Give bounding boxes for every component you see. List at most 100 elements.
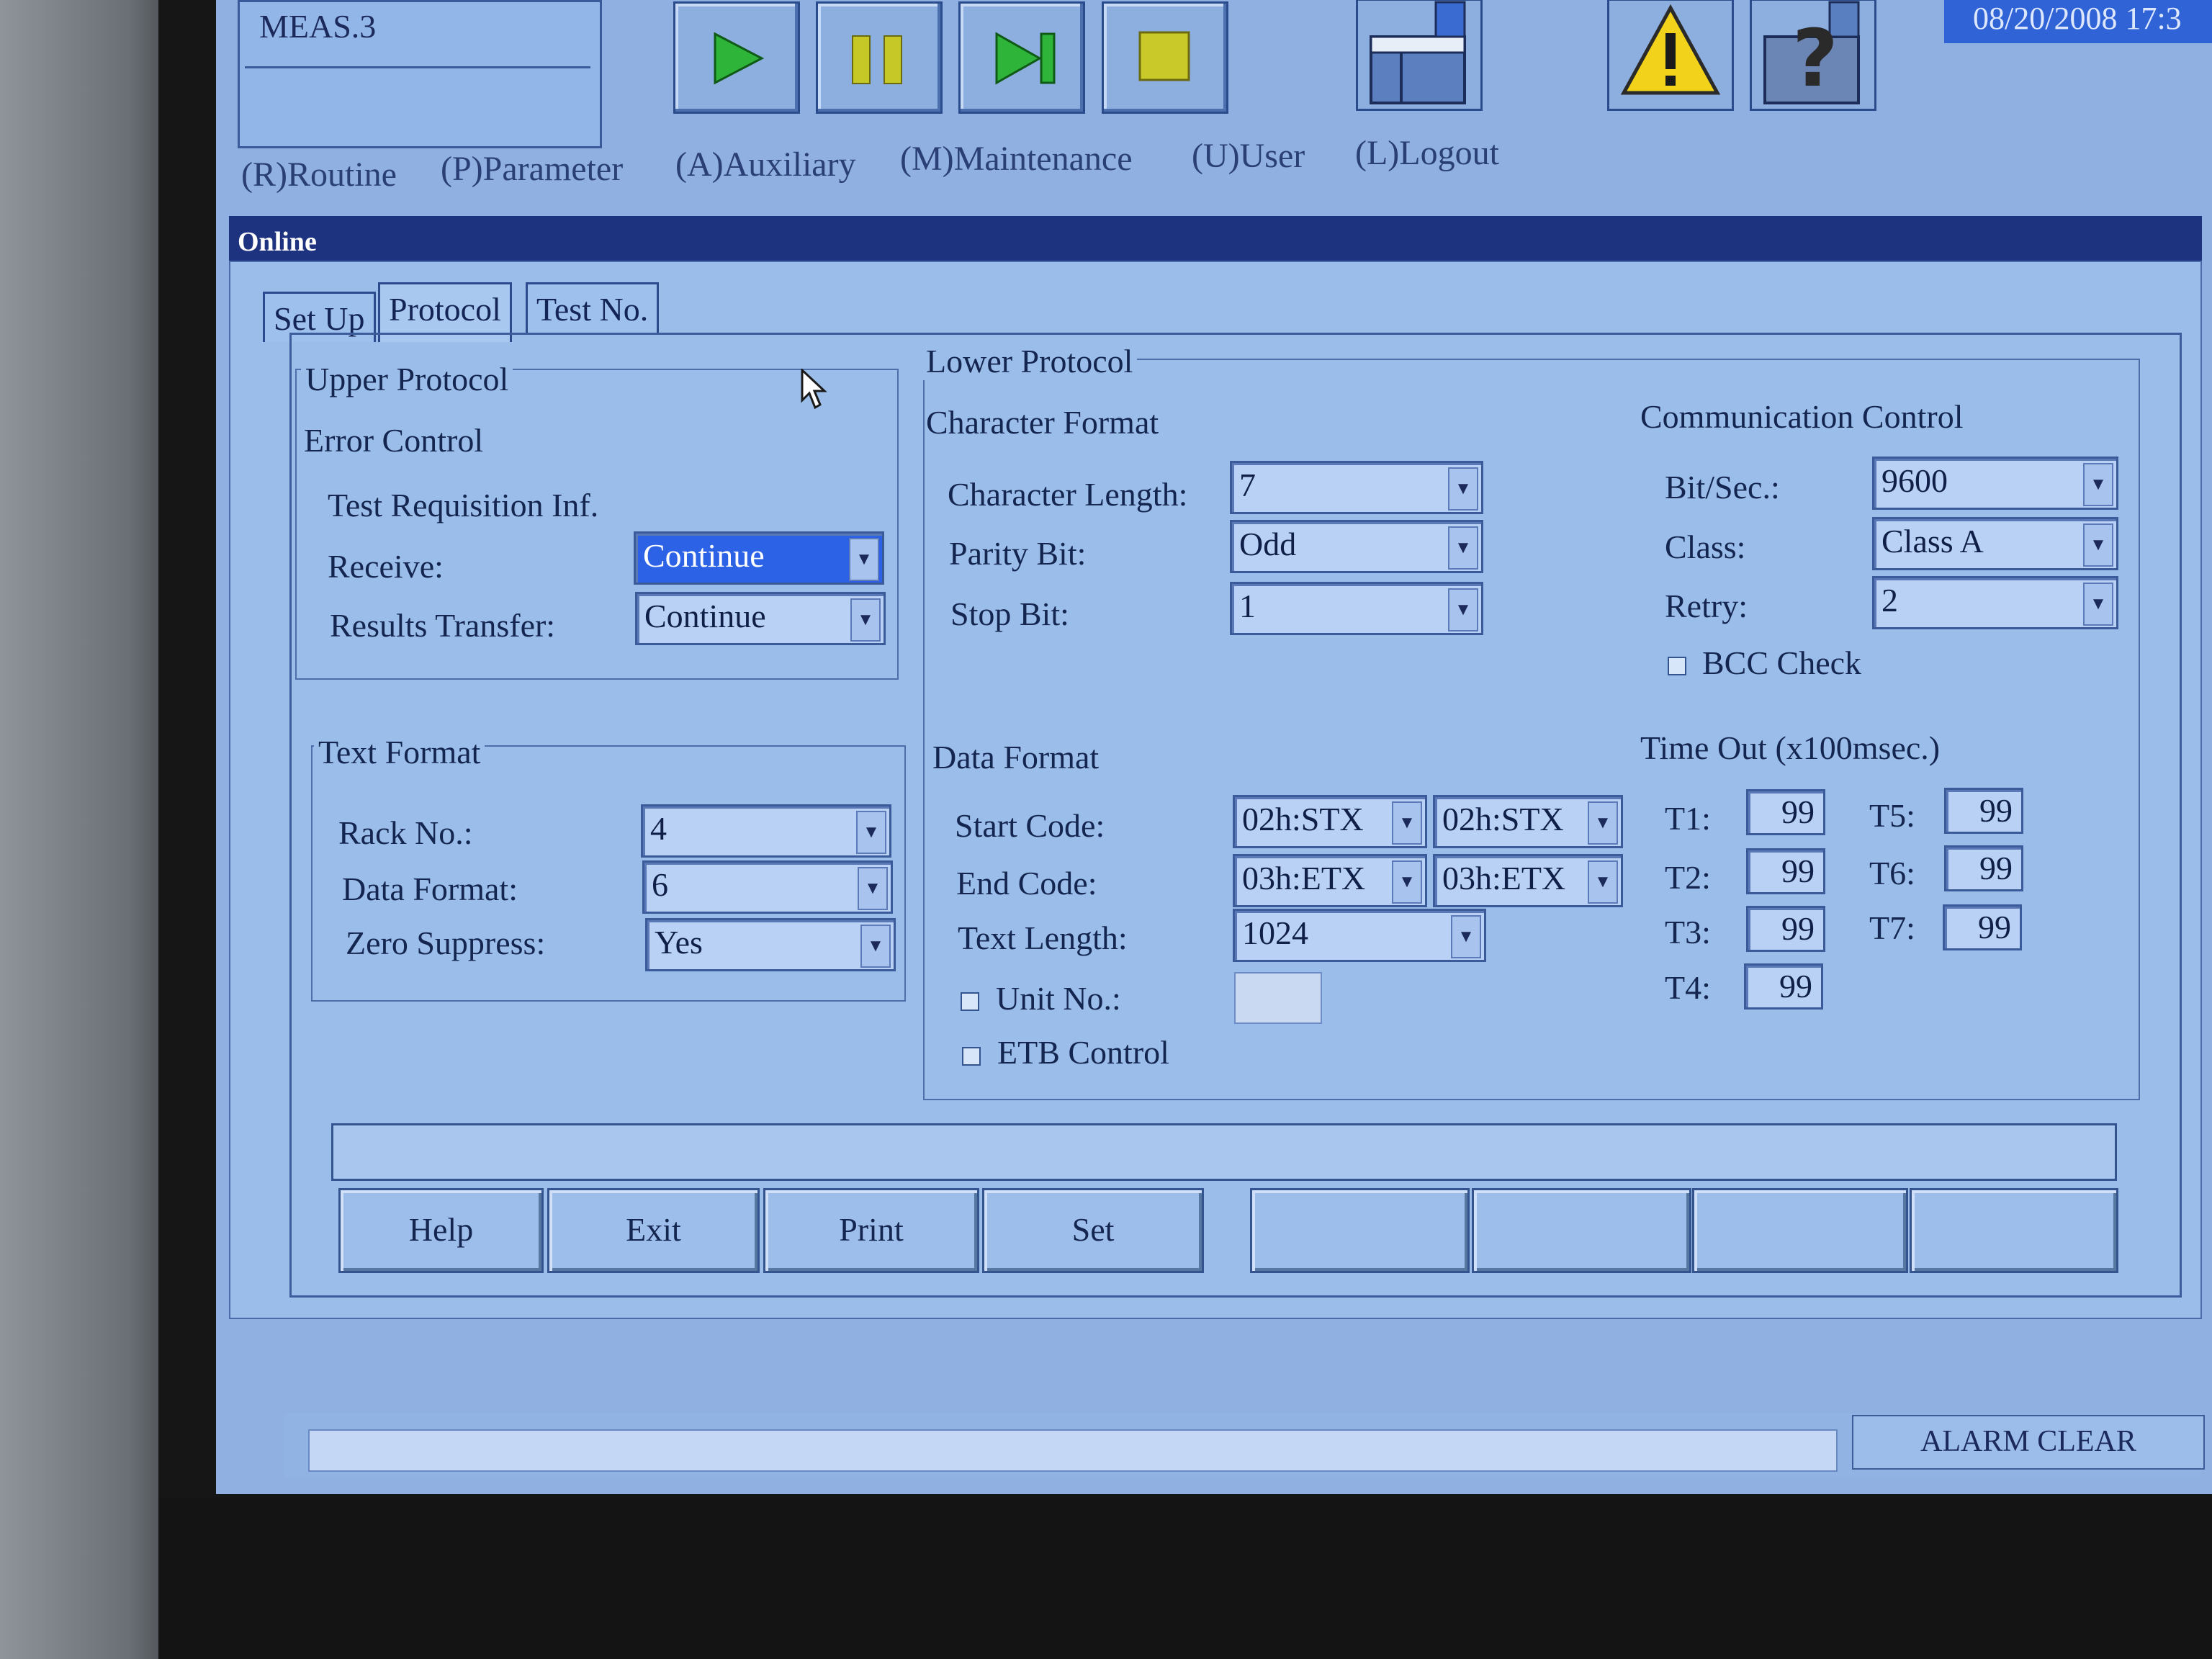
- tab-test-no[interactable]: Test No.: [526, 282, 660, 333]
- menu-logout[interactable]: (L)Logout: [1355, 133, 1499, 173]
- text-length-label: Text Length:: [958, 920, 1128, 956]
- class-label: Class:: [1665, 529, 1746, 565]
- start-code-combo-1[interactable]: 02h:STX ▼: [1233, 795, 1427, 848]
- t4-field[interactable]: 99: [1744, 963, 1823, 1010]
- communication-control-title: Communication Control: [1640, 398, 1964, 435]
- print-button[interactable]: Print: [763, 1188, 979, 1273]
- function-button-7[interactable]: [1692, 1188, 1908, 1273]
- window-title: Online: [238, 227, 317, 257]
- data-format-combo[interactable]: 6 ▼: [642, 860, 893, 914]
- t5-field[interactable]: 99: [1944, 788, 2023, 834]
- parity-bit-combo[interactable]: Odd ▼: [1230, 520, 1483, 573]
- t3-label: T3:: [1665, 914, 1711, 950]
- window-titlebar: [229, 216, 2202, 261]
- zero-suppress-label: Zero Suppress:: [346, 925, 546, 961]
- message-bar: [331, 1123, 2117, 1181]
- function-button-6[interactable]: [1472, 1188, 1691, 1273]
- start-button[interactable]: [673, 1, 800, 114]
- t5-label: T5:: [1869, 797, 1915, 834]
- t4-label: T4:: [1665, 969, 1711, 1006]
- exit-button[interactable]: Exit: [547, 1188, 760, 1273]
- retry-label: Retry:: [1665, 588, 1748, 624]
- t1-value: 99: [1781, 793, 1815, 830]
- step-forward-button[interactable]: [958, 1, 1085, 114]
- t2-field[interactable]: 99: [1746, 848, 1825, 894]
- t5-value: 99: [1979, 792, 2013, 829]
- retry-combo[interactable]: 2 ▼: [1872, 576, 2118, 629]
- text-length-combo[interactable]: 1024 ▼: [1233, 909, 1486, 962]
- menu-routine[interactable]: (R)Routine: [241, 155, 397, 194]
- pause-button[interactable]: [816, 1, 943, 114]
- end-code-combo-2[interactable]: 03h:ETX ▼: [1433, 854, 1623, 907]
- t3-field[interactable]: 99: [1746, 906, 1825, 952]
- stop-icon: [1138, 31, 1190, 81]
- stop-bit-combo[interactable]: 1 ▼: [1230, 582, 1483, 635]
- status-message-field: [308, 1429, 1838, 1472]
- bitsec-combo[interactable]: 9600 ▼: [1872, 457, 2118, 510]
- help-analyzer-icon: ?: [1763, 1, 1860, 104]
- chevron-down-icon[interactable]: ▼: [860, 925, 891, 968]
- monitor-bezel-bottom: [158, 1498, 2212, 1659]
- etb-control-checkbox[interactable]: [962, 1047, 981, 1066]
- zero-suppress-combo[interactable]: Yes ▼: [645, 918, 896, 971]
- cursor-icon: [801, 369, 827, 410]
- chevron-down-icon[interactable]: ▼: [1588, 860, 1618, 904]
- data-format-label: Data Format:: [342, 871, 518, 907]
- end-code-label: End Code:: [956, 865, 1097, 902]
- results-transfer-combo[interactable]: Continue ▼: [635, 592, 886, 645]
- chevron-down-icon[interactable]: ▼: [1448, 526, 1478, 570]
- parity-bit-label: Parity Bit:: [949, 535, 1087, 572]
- chevron-down-icon[interactable]: ▼: [849, 538, 879, 581]
- bcc-check-checkbox[interactable]: [1668, 657, 1686, 675]
- chevron-down-icon[interactable]: ▼: [1451, 915, 1481, 958]
- meas-label: MEAS.3: [259, 8, 377, 45]
- chevron-down-icon[interactable]: ▼: [856, 811, 886, 854]
- chevron-down-icon[interactable]: ▼: [2083, 523, 2113, 567]
- t7-field[interactable]: 99: [1943, 904, 2022, 950]
- menu-auxiliary[interactable]: (A)Auxiliary: [675, 145, 856, 184]
- lower-protocol-title: Lower Protocol: [922, 342, 1138, 380]
- t6-field[interactable]: 99: [1944, 845, 2023, 891]
- chevron-down-icon[interactable]: ▼: [2083, 583, 2113, 626]
- function-button-5[interactable]: [1250, 1188, 1470, 1273]
- chevron-down-icon[interactable]: ▼: [858, 867, 888, 910]
- error-control-label: Error Control: [304, 422, 484, 459]
- menu-user[interactable]: (U)User: [1192, 136, 1305, 176]
- chevron-down-icon[interactable]: ▼: [2083, 463, 2113, 506]
- pause-icon: [852, 35, 902, 84]
- menu-bar: (R)Routine (P)Parameter (A)Auxiliary (M)…: [238, 133, 2212, 194]
- analyzer-button[interactable]: [1356, 0, 1483, 111]
- warning-button[interactable]: [1607, 0, 1734, 111]
- data-format-title: Data Format: [932, 739, 1100, 775]
- chevron-down-icon[interactable]: ▼: [1448, 588, 1478, 631]
- end-code-combo-1[interactable]: 03h:ETX ▼: [1233, 854, 1427, 907]
- data-format-value: 6: [652, 866, 668, 903]
- unit-no-checkbox[interactable]: [961, 992, 979, 1011]
- chevron-down-icon[interactable]: ▼: [1392, 801, 1422, 845]
- class-combo[interactable]: Class A ▼: [1872, 517, 2118, 570]
- parity-bit-value: Odd: [1239, 526, 1297, 562]
- function-button-8[interactable]: [1910, 1188, 2118, 1273]
- warning-icon: [1620, 4, 1721, 95]
- analyzer-help-button[interactable]: ?: [1750, 0, 1876, 111]
- help-button[interactable]: Help: [338, 1188, 544, 1273]
- chevron-down-icon[interactable]: ▼: [1588, 801, 1618, 845]
- t1-field[interactable]: 99: [1746, 789, 1825, 835]
- chevron-down-icon[interactable]: ▼: [850, 598, 881, 642]
- start-code-value-1: 02h:STX: [1242, 801, 1364, 837]
- stop-button[interactable]: [1102, 1, 1228, 114]
- start-code-value-2: 02h:STX: [1442, 801, 1564, 837]
- menu-maintenance[interactable]: (M)Maintenance: [900, 139, 1133, 179]
- menu-parameter[interactable]: (P)Parameter: [441, 149, 623, 189]
- set-button[interactable]: Set: [982, 1188, 1204, 1273]
- alarm-clear-button[interactable]: ALARM CLEAR: [1852, 1415, 2205, 1470]
- class-value: Class A: [1881, 523, 1984, 559]
- unit-no-field[interactable]: [1234, 972, 1322, 1024]
- start-code-combo-2[interactable]: 02h:STX ▼: [1433, 795, 1623, 848]
- rack-no-label: Rack No.:: [338, 814, 473, 851]
- receive-combo[interactable]: Continue ▼: [634, 531, 884, 585]
- chevron-down-icon[interactable]: ▼: [1392, 860, 1422, 904]
- character-length-combo[interactable]: 7 ▼: [1230, 461, 1483, 514]
- rack-no-combo[interactable]: 4 ▼: [641, 804, 891, 858]
- chevron-down-icon[interactable]: ▼: [1448, 467, 1478, 511]
